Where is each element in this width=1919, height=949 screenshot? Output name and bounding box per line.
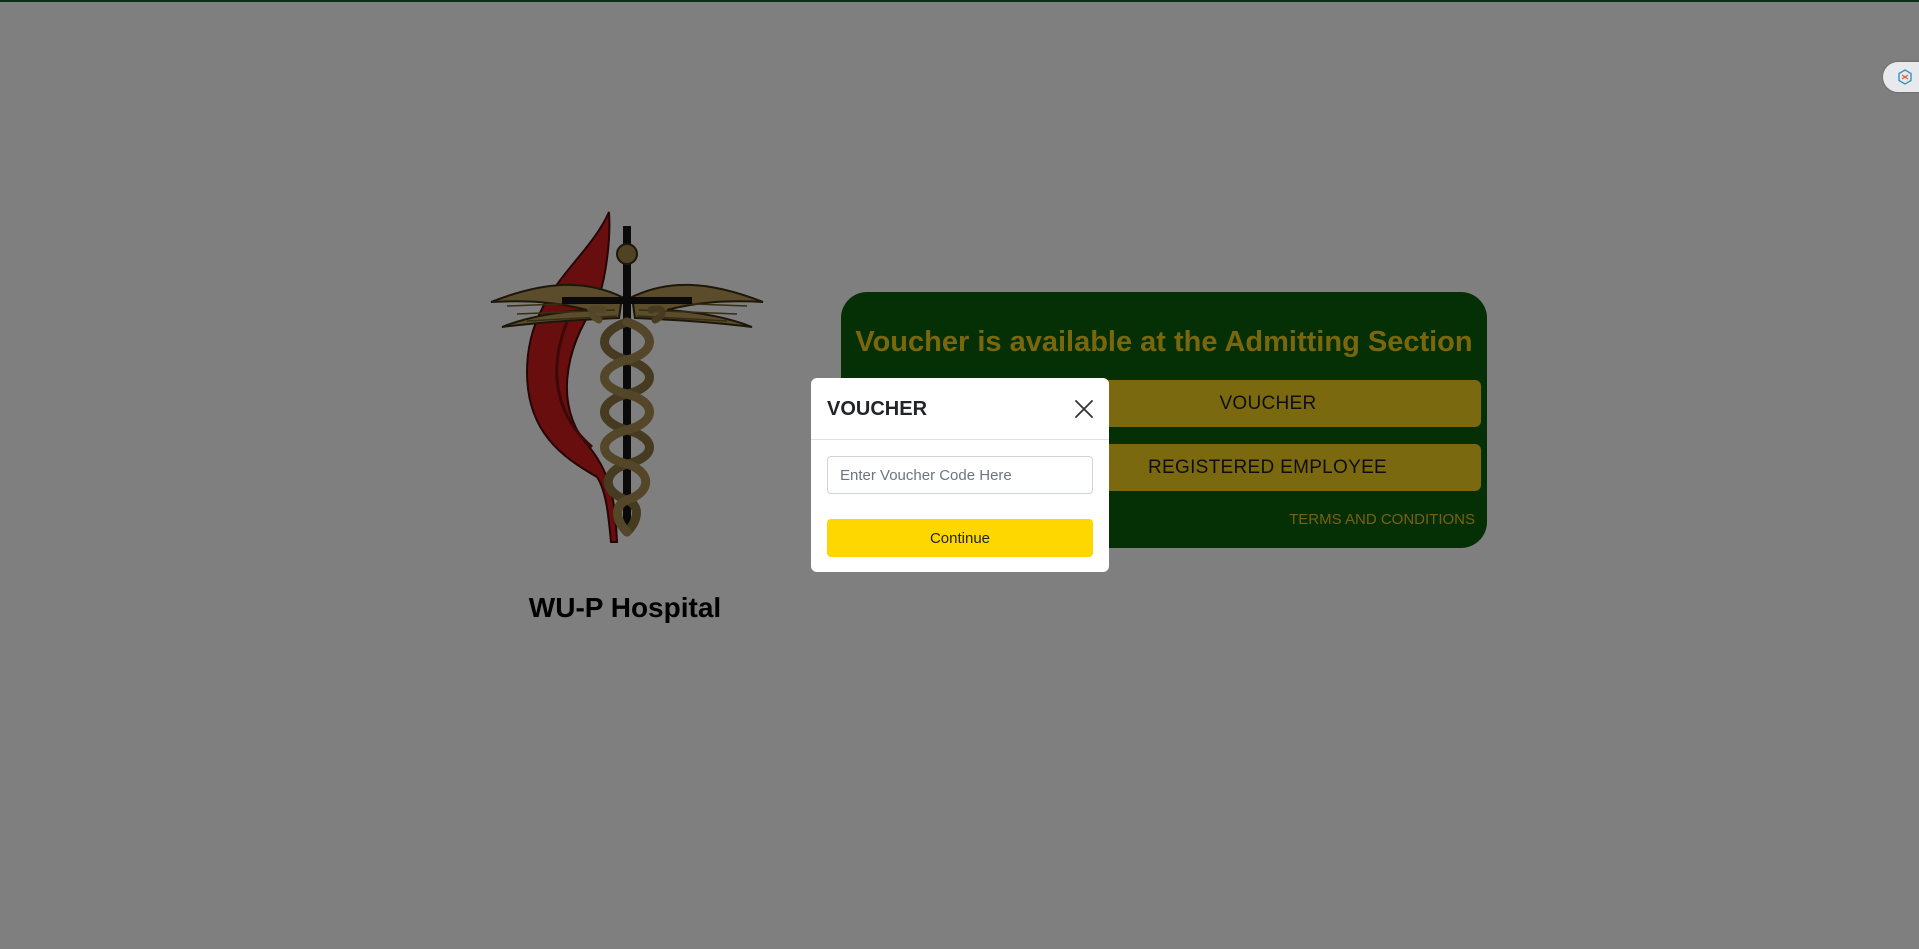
modal-title: VOUCHER bbox=[827, 398, 928, 420]
modal-header: VOUCHER bbox=[811, 378, 1109, 440]
close-icon[interactable] bbox=[1073, 398, 1095, 420]
voucher-modal: VOUCHER Continue bbox=[811, 378, 1109, 572]
voucher-code-input[interactable] bbox=[827, 456, 1093, 494]
continue-button[interactable]: Continue bbox=[827, 519, 1093, 557]
extension-pill[interactable] bbox=[1883, 62, 1919, 92]
extension-icon bbox=[1898, 69, 1912, 85]
